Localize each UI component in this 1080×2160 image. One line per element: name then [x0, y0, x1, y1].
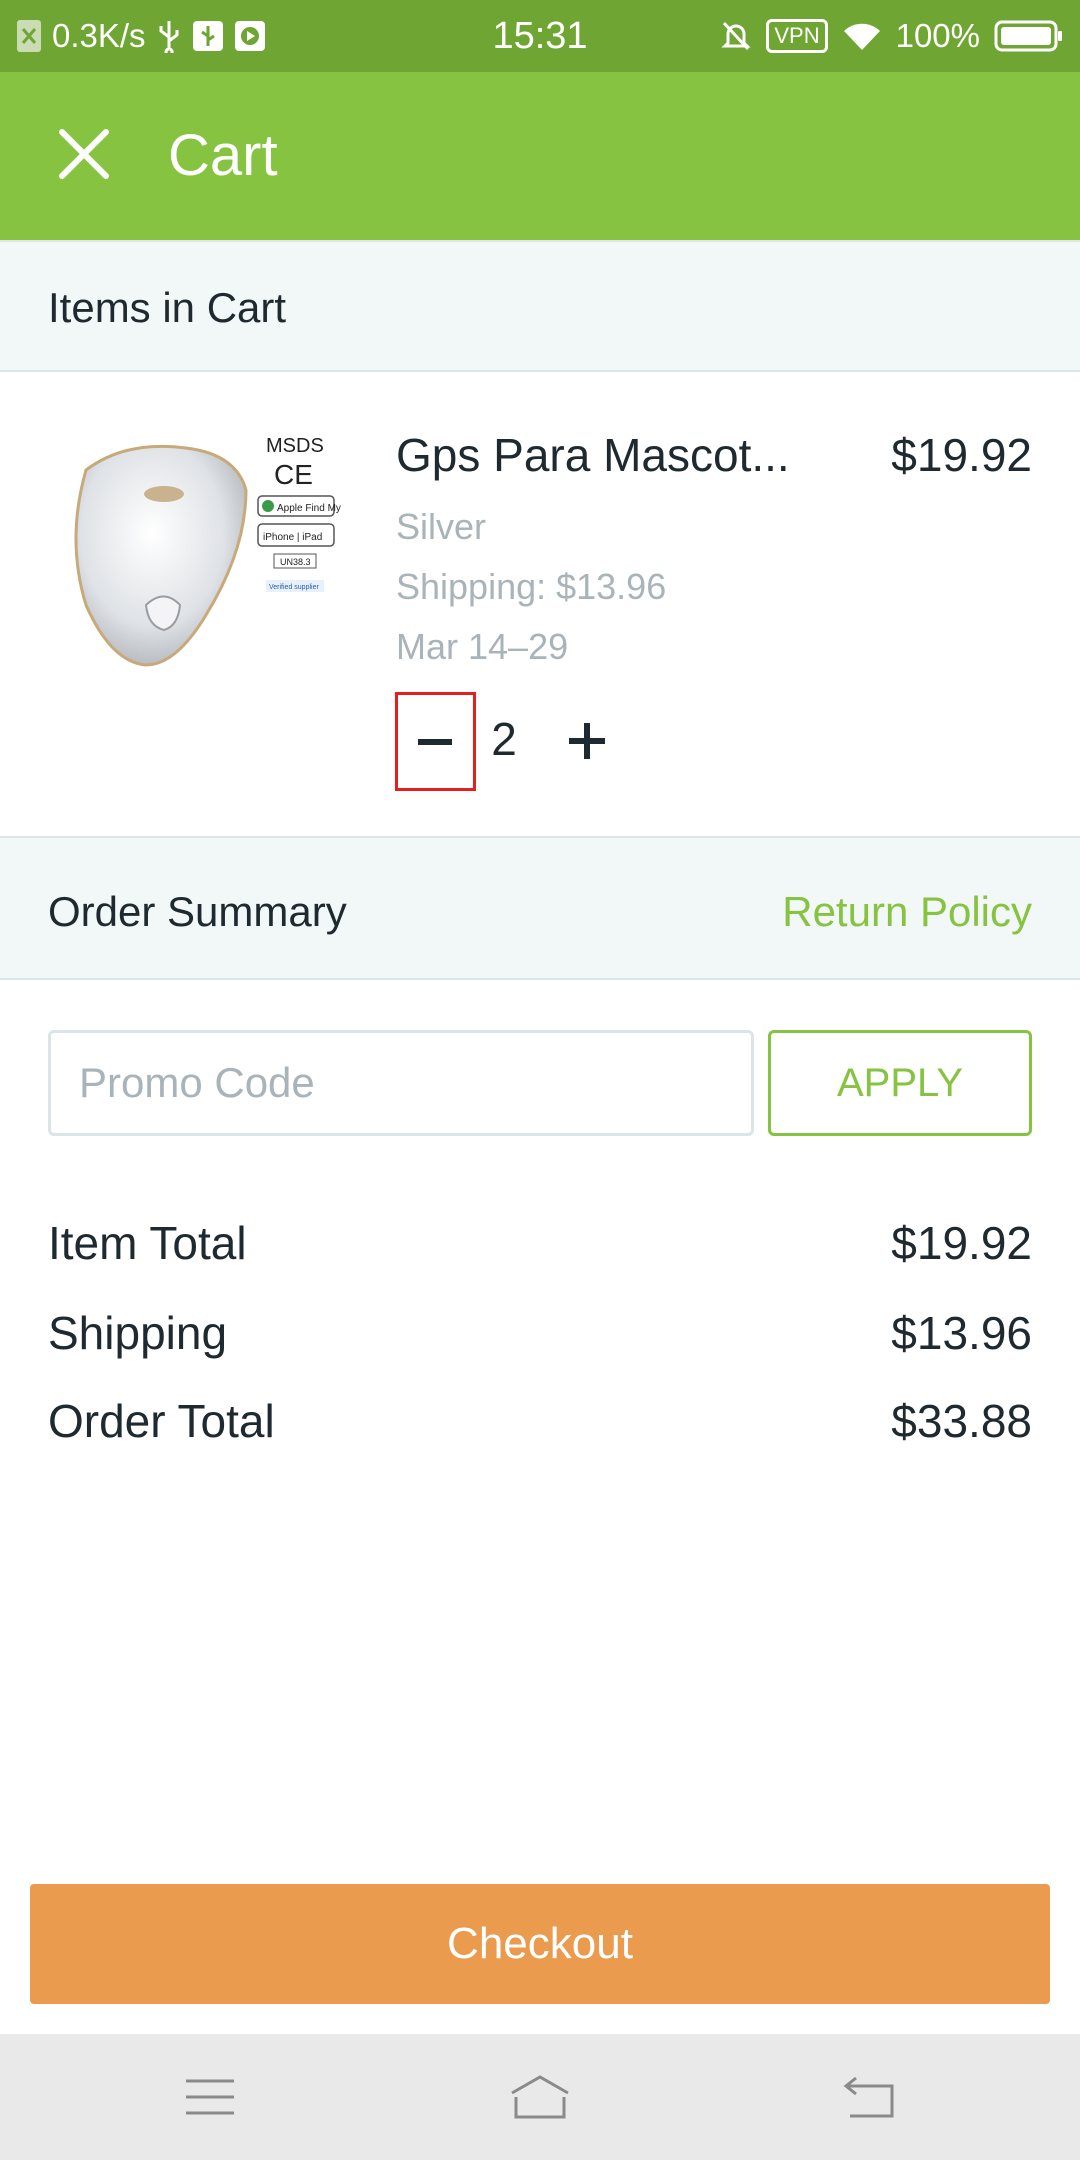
item-total-value: $19.92 — [891, 1217, 1032, 1269]
quantity-value: 2 — [491, 713, 517, 765]
battery-percent: 100% — [895, 17, 980, 54]
app-bar: Cart — [0, 72, 1080, 240]
product-shipping: Shipping: $13.96 — [396, 566, 667, 607]
product-price: $19.92 — [891, 429, 1032, 481]
product-image-msds: MSDS — [266, 435, 324, 457]
items-in-cart-title: Items in Cart — [48, 284, 287, 331]
menu-icon — [186, 2079, 234, 2115]
product-image-findmy: Apple Find My — [277, 503, 341, 514]
back-icon — [843, 2076, 894, 2118]
shipping-value: $13.96 — [891, 1307, 1032, 1359]
items-in-cart-header: Items in Cart — [0, 240, 1080, 372]
checkout-button[interactable]: Checkout — [30, 1884, 1050, 2004]
product-image-un: UN38.3 — [280, 557, 311, 567]
quantity-decrease-button[interactable] — [395, 692, 476, 791]
page-title: Cart — [168, 123, 278, 188]
order-summary-title: Order Summary — [48, 888, 347, 935]
order-total-value: $33.88 — [891, 1395, 1032, 1447]
close-button[interactable] — [48, 118, 120, 190]
vpn-label: VPN — [774, 23, 820, 48]
return-policy-link[interactable]: Return Policy — [782, 888, 1032, 936]
wifi-icon — [842, 20, 882, 52]
close-icon — [59, 129, 109, 179]
mute-bell-icon — [720, 19, 752, 53]
system-nav-bar — [0, 2034, 1080, 2160]
product-variant: Silver — [396, 506, 487, 547]
product-delivery-date: Mar 14–29 — [396, 626, 569, 667]
promo-code-input[interactable] — [48, 1030, 754, 1136]
product-image-verified: Verified supplier — [269, 584, 319, 591]
home-button[interactable] — [490, 2054, 590, 2140]
minus-icon — [417, 738, 452, 745]
order-total-label: Order Total — [48, 1395, 275, 1447]
home-icon — [511, 2075, 569, 2119]
status-bar: 0.3K/s 15:31 VPN 100% — [0, 0, 1080, 72]
shipping-label: Shipping — [48, 1307, 228, 1359]
apply-promo-button[interactable]: APPLY — [768, 1030, 1032, 1136]
plus-icon — [569, 723, 605, 759]
product-name[interactable]: Gps Para Mascot... — [396, 428, 816, 482]
product-image-ce: CE — [274, 459, 313, 490]
menu-button[interactable] — [160, 2054, 260, 2140]
item-total-label: Item Total — [48, 1217, 247, 1269]
order-summary-header: Order Summary Return Policy — [0, 836, 1080, 980]
product-image-madefor: iPhone | iPad — [263, 532, 322, 543]
battery-icon — [994, 19, 1064, 53]
status-right: VPN 100% — [720, 0, 1064, 72]
vpn-icon: VPN — [766, 19, 828, 53]
back-button[interactable] — [820, 2054, 920, 2140]
quantity-increase-button[interactable] — [556, 702, 618, 780]
product-image[interactable]: MSDS CE Apple Find My iPhone | iPad UN38… — [56, 430, 346, 690]
